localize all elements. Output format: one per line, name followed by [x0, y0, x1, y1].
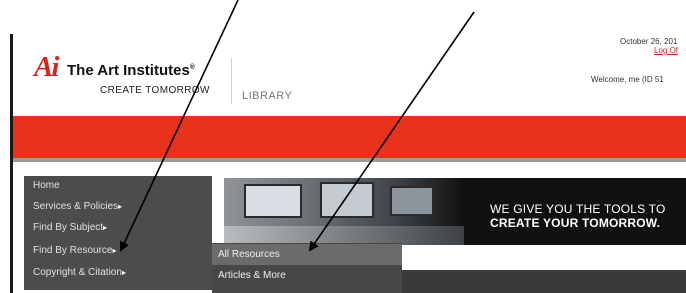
- banner-divider: [13, 158, 686, 162]
- logo-name-text: The Art Institutes: [67, 62, 190, 79]
- registered-mark: ®: [189, 64, 195, 71]
- hero-banner: WE GIVE YOU THE TOOLS TO CREATE YOUR TOM…: [224, 178, 686, 245]
- header-divider: [231, 58, 232, 104]
- find-by-resource-submenu: All Resources Articles & More: [212, 243, 402, 293]
- monitor-image: [244, 184, 302, 218]
- hero-photo: [224, 178, 464, 245]
- page-frame-edge: [10, 34, 13, 293]
- nav-item-home[interactable]: Home: [33, 180, 60, 191]
- submenu-item-articles-more[interactable]: Articles & More: [212, 265, 402, 286]
- log-off-link[interactable]: Log Of: [654, 46, 678, 55]
- monitor-image: [320, 182, 374, 218]
- nav-item-label: Find By Subject: [33, 222, 104, 233]
- nav-item-find-by-resource[interactable]: Find By Resource▸: [33, 245, 117, 256]
- submenu-arrow-icon: ▸: [103, 223, 108, 232]
- logo-tagline: CREATE TOMORROW: [100, 85, 210, 96]
- library-label: LIBRARY: [242, 90, 293, 102]
- left-nav-menu: Home Services & Policies▸ Find By Subjec…: [24, 176, 212, 290]
- hero-headline-line2: CREATE YOUR TOMORROW.: [490, 216, 661, 230]
- welcome-message: Welcome, me (ID 51: [591, 75, 664, 84]
- hero-headline-line1: WE GIVE YOU THE TOOLS TO: [490, 202, 666, 216]
- logo-mark: Ai: [34, 51, 59, 83]
- logo-name: The Art Institutes®: [67, 62, 195, 79]
- nav-item-label: Find By Resource: [33, 245, 113, 256]
- submenu-item-all-resources[interactable]: All Resources: [212, 244, 402, 265]
- submenu-arrow-icon: ▸: [121, 268, 126, 277]
- content-header-bar: [380, 270, 686, 293]
- nav-item-services-policies[interactable]: Services & Policies▸: [33, 201, 122, 212]
- nav-item-label: Home: [33, 180, 60, 191]
- art-institutes-logo[interactable]: Ai The Art Institutes® CREATE TOMORROW: [34, 52, 234, 102]
- monitor-image: [390, 186, 434, 216]
- red-banner: [13, 116, 686, 158]
- current-date: October 26, 201: [620, 37, 678, 46]
- nav-item-copyright-citation[interactable]: Copyright & Citation▸: [33, 267, 126, 278]
- submenu-arrow-icon: ▸: [118, 202, 123, 211]
- nav-item-find-by-subject[interactable]: Find By Subject▸: [33, 222, 107, 233]
- nav-item-label: Services & Policies: [33, 201, 119, 212]
- submenu-arrow-icon: ▸: [112, 246, 117, 255]
- nav-item-label: Copyright & Citation: [33, 267, 122, 278]
